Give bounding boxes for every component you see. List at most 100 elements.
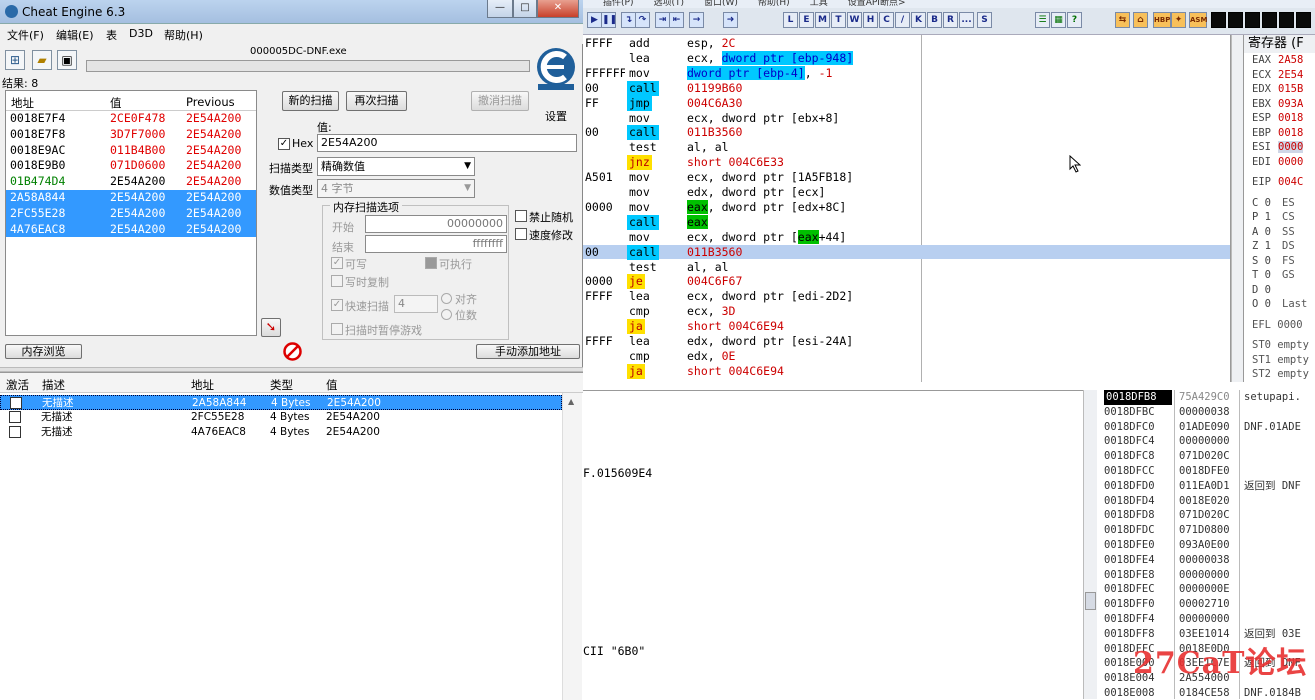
debugger-blank-button[interactable] (1279, 12, 1294, 28)
disasm-line[interactable]: A501 mov ecx, dword ptr [1A5FB18] (583, 170, 1230, 185)
open-process-icon[interactable]: ⊞ (5, 50, 25, 70)
debugger-window-button[interactable]: W (847, 12, 862, 28)
pause-game-checkbox[interactable] (331, 323, 343, 335)
disasm-line[interactable]: lea ecx, dword ptr [ebp-948] (583, 50, 1230, 66)
debugger-blank-button[interactable] (1245, 12, 1260, 28)
disasm-line[interactable]: 00 call 011B3560 (583, 125, 1230, 141)
disasm-line[interactable]: test al, al (583, 140, 1230, 155)
add-address-manually-button[interactable]: 手动添加地址 (476, 344, 580, 359)
stack-row[interactable]: 0018DFC0 01ADE090 DNF.01ADE (1099, 420, 1315, 435)
cheat-engine-logo-icon[interactable] (535, 46, 577, 90)
speedhack-checkbox[interactable] (515, 228, 527, 240)
menu-table[interactable]: 表 (106, 27, 117, 43)
result-row[interactable]: 0018E9B0 071D0600 2E54A200 (6, 158, 256, 174)
copy-on-write-checkbox[interactable] (331, 275, 343, 287)
memory-view-button[interactable]: 内存浏览 (5, 344, 82, 359)
register-row[interactable]: EBP 0018 (1244, 126, 1315, 141)
menu-file[interactable]: 文件(F) (7, 27, 44, 43)
disasm-line[interactable]: ja short 004C6E94 (583, 319, 1230, 334)
writable-checkbox[interactable]: ✓ (331, 257, 343, 269)
last-digits-radio[interactable] (441, 309, 452, 320)
stop-icon[interactable] (283, 342, 302, 361)
result-row[interactable]: 2FC55E28 2E54A200 2E54A200 (6, 205, 256, 222)
value-input[interactable]: 2E54A200 (317, 134, 577, 152)
register-row[interactable]: ESI 0000 (1244, 140, 1315, 155)
header-previous[interactable]: Previous (186, 95, 235, 109)
value-type-select[interactable]: 4 字节 ▼ (317, 179, 475, 198)
no-random-checkbox[interactable] (515, 210, 527, 222)
debugger-step-icon[interactable]: ⇤ (669, 12, 684, 28)
disasm-line[interactable]: jnz short 004C6E33 (583, 155, 1230, 171)
stack-row[interactable]: 0018DFF0 00002710 (1099, 597, 1315, 612)
efl-row[interactable]: EFL 0000 (1244, 318, 1315, 333)
result-row[interactable]: 0018E7F4 2CE0F478 2E54A200 (6, 111, 256, 127)
menu-help[interactable]: 帮助(H) (164, 27, 203, 43)
stack-row[interactable]: 0018DFE4 00000038 (1099, 553, 1315, 568)
stack-row[interactable]: 0018DFB8 75A429C0 setupapi. (1099, 390, 1315, 405)
result-row[interactable]: 0018E7F8 3D7F7000 2E54A200 (6, 127, 256, 143)
debugger-step-icon[interactable]: ⇥ (655, 12, 670, 28)
debugger-step-icon[interactable]: → (689, 12, 704, 28)
debugger-step-icon[interactable]: ↴ (621, 12, 636, 28)
debugger-blank-button[interactable] (1262, 12, 1277, 28)
undo-scan-button[interactable]: 撤消扫描 (471, 91, 529, 111)
fast-scan-input[interactable]: 4 (394, 295, 438, 313)
active-checkbox[interactable] (9, 411, 21, 423)
table-row[interactable]: 无描述 2A58A844 4 Bytes 2E54A200 (0, 395, 562, 410)
debugger-step-icon[interactable]: ▶ (587, 12, 602, 28)
hex-checkbox[interactable]: ✓ (278, 138, 290, 150)
debugger-step-icon[interactable]: ↷ (635, 12, 650, 28)
menu-d3d[interactable]: D3D (129, 27, 153, 40)
debugger-window-button[interactable]: / (895, 12, 910, 28)
disasm-line[interactable]: ja short 004C6E94 (583, 363, 1230, 379)
disasm-line[interactable]: mov ecx, dword ptr [ebx+8] (583, 111, 1230, 126)
disasm-line[interactable]: FF jmp 004C6A30 (583, 95, 1230, 111)
table-row[interactable]: 无描述 4A76EAC8 4 Bytes 2E54A200 (0, 425, 562, 440)
debugger-window-button[interactable]: H (863, 12, 878, 28)
register-row[interactable]: ECX 2E54 (1244, 68, 1315, 83)
debugger-blank-button[interactable] (1228, 12, 1243, 28)
disasm-line[interactable]: cmp ecx, 3D (583, 304, 1230, 319)
debugger-window-button[interactable]: C (879, 12, 894, 28)
stack-row[interactable]: 0018DFD0 011EA0D1 返回到 DNF (1099, 479, 1315, 494)
dump-line[interactable]: CII "6B0" (583, 644, 645, 658)
active-checkbox[interactable] (10, 397, 22, 409)
stack-row[interactable]: 0018DFCC 0018DFE0 (1099, 464, 1315, 479)
align-radio[interactable] (441, 293, 452, 304)
register-row[interactable]: EAX 2A58 (1244, 53, 1315, 68)
flag-row[interactable]: S 0 FS (1244, 254, 1315, 269)
stack-row[interactable]: 0018E008 0184CE58 DNF.0184B (1099, 686, 1315, 699)
result-row[interactable]: 2A58A844 2E54A200 2E54A200 (6, 189, 256, 206)
debugger-window-button[interactable]: L (783, 12, 798, 28)
disasm-line[interactable]: FFFF lea edx, dword ptr [esi-24A] (583, 334, 1230, 349)
debugger-plugin-button[interactable]: HBP (1153, 12, 1171, 28)
fpu-row[interactable]: ST2 empty (1244, 367, 1315, 382)
cheat-table-scrollbar[interactable]: ▲ (562, 393, 582, 700)
fpu-row[interactable]: ST0 empty (1244, 338, 1315, 353)
active-checkbox[interactable] (9, 426, 21, 438)
stack-row[interactable]: 0018DFE8 00000000 (1099, 568, 1315, 583)
menu-edit[interactable]: 编辑(E) (56, 27, 94, 43)
settings-label[interactable]: 设置 (545, 108, 567, 124)
debugger-window-button[interactable]: R (943, 12, 958, 28)
register-row[interactable]: ESP 0018 (1244, 111, 1315, 126)
debugger-step-icon[interactable]: ➜ (723, 12, 738, 28)
disasm-line[interactable]: 00 call 011B3560 (583, 244, 1230, 260)
debugger-plugin-icon[interactable]: ⇆ (1115, 12, 1130, 28)
register-row[interactable]: EDX 015B (1244, 82, 1315, 97)
disasm-line[interactable]: test al, al (583, 260, 1230, 275)
flag-row[interactable]: C 0 ES (1244, 196, 1315, 211)
stack-row[interactable]: 0018DFDC 071D0800 (1099, 523, 1315, 538)
dump-scrollbar[interactable] (1083, 390, 1097, 699)
flag-row[interactable]: Z 1 DS (1244, 239, 1315, 254)
debugger-menu-item[interactable]: 设置API断点> (848, 0, 906, 8)
scan-type-select[interactable]: 精确数值 ▼ (317, 157, 475, 176)
flag-row[interactable]: D 0 (1244, 283, 1315, 298)
stack-row[interactable]: 0018DFBC 00000038 (1099, 405, 1315, 420)
register-row[interactable]: EBX 093A (1244, 97, 1315, 112)
header-value[interactable]: 值 (326, 377, 338, 393)
disasm-line[interactable]: 0000 mov eax, dword ptr [edx+8C] (583, 199, 1230, 215)
disasm-line[interactable]: cmp edx, 0E (583, 349, 1230, 364)
disasm-line[interactable]: FFFF add esp, 2C (583, 36, 1230, 51)
debugger-window-button[interactable]: ... (959, 12, 974, 28)
